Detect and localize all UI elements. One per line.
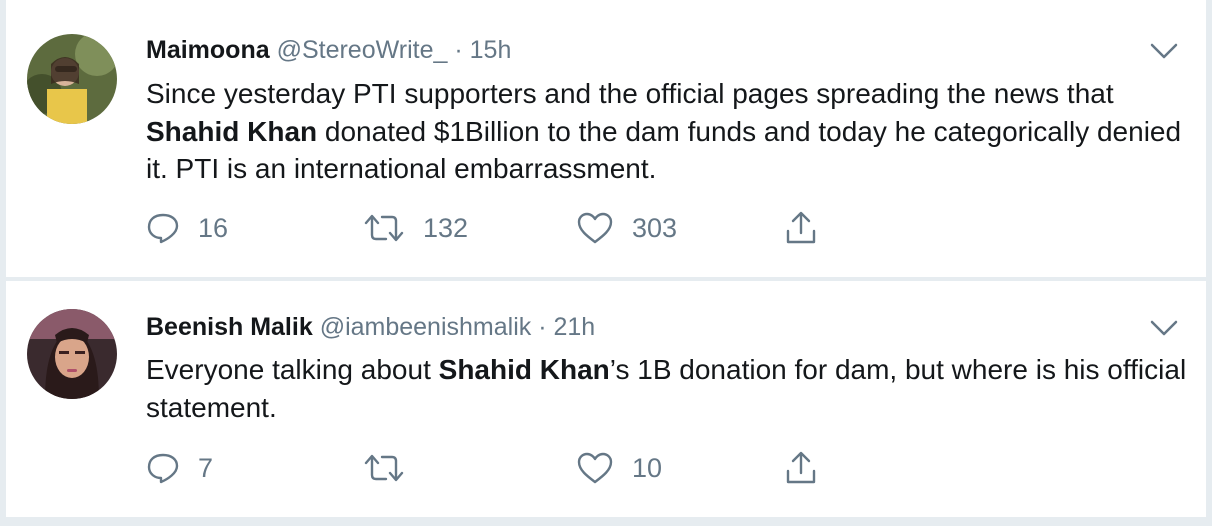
reply-icon — [146, 452, 180, 484]
reply-button[interactable]: 7 — [146, 448, 213, 488]
display-name[interactable]: Maimoona — [146, 36, 270, 64]
like-count: 10 — [632, 452, 663, 483]
display-name[interactable]: Beenish Malik — [146, 313, 313, 341]
reply-count: 16 — [198, 212, 229, 243]
retweet-count: 132 — [423, 212, 469, 243]
mention-bold: Shahid Khan — [438, 354, 610, 385]
tweet-text: Everyone talking about Shahid Khan’s 1B … — [146, 351, 1196, 426]
share-button[interactable] — [784, 448, 818, 488]
retweet-icon — [363, 453, 405, 483]
chevron-down-icon[interactable] — [1150, 42, 1178, 60]
reply-count: 7 — [198, 452, 214, 483]
mention-bold: Shahid Khan — [146, 115, 318, 147]
user-handle[interactable]: @iambeenishmalik — [320, 313, 532, 341]
share-icon — [784, 451, 818, 485]
reply-icon — [146, 212, 180, 244]
share-button[interactable] — [784, 208, 818, 248]
tweet-actions: 7 10 — [146, 448, 846, 488]
timestamp[interactable]: 21h — [554, 313, 596, 341]
tweet-text: Since yesterday PTI supporters and the o… — [146, 75, 1196, 188]
avatar[interactable] — [27, 34, 117, 124]
reply-button[interactable]: 16 — [146, 208, 228, 248]
tweet[interactable]: Beenish Malik @iambeenishmalik · 21h Eve… — [6, 281, 1206, 517]
like-button[interactable]: 303 — [576, 208, 677, 248]
like-icon — [576, 451, 614, 485]
retweet-icon — [363, 213, 405, 243]
tweet[interactable]: Maimoona @StereoWrite_ · 15h Since yeste… — [6, 0, 1206, 277]
text-part: Since yesterday PTI supporters and the o… — [146, 78, 1114, 109]
like-icon — [576, 211, 614, 245]
timestamp[interactable]: 15h — [470, 36, 512, 64]
retweet-button[interactable]: 132 — [363, 208, 468, 248]
separator: · — [538, 313, 547, 341]
retweet-button[interactable] — [363, 448, 423, 488]
separator: · — [454, 36, 463, 64]
user-handle[interactable]: @StereoWrite_ — [277, 36, 448, 64]
tweet-header: Maimoona @StereoWrite_ · 15h — [146, 35, 511, 65]
like-button[interactable]: 10 — [576, 448, 662, 488]
share-icon — [784, 211, 818, 245]
text-part: Everyone talking about — [146, 354, 439, 385]
avatar[interactable] — [27, 309, 117, 399]
tweet-actions: 16 132 303 — [146, 208, 846, 248]
chevron-down-icon[interactable] — [1150, 319, 1178, 337]
like-count: 303 — [632, 212, 678, 243]
tweet-header: Beenish Malik @iambeenishmalik · 21h — [146, 312, 595, 342]
